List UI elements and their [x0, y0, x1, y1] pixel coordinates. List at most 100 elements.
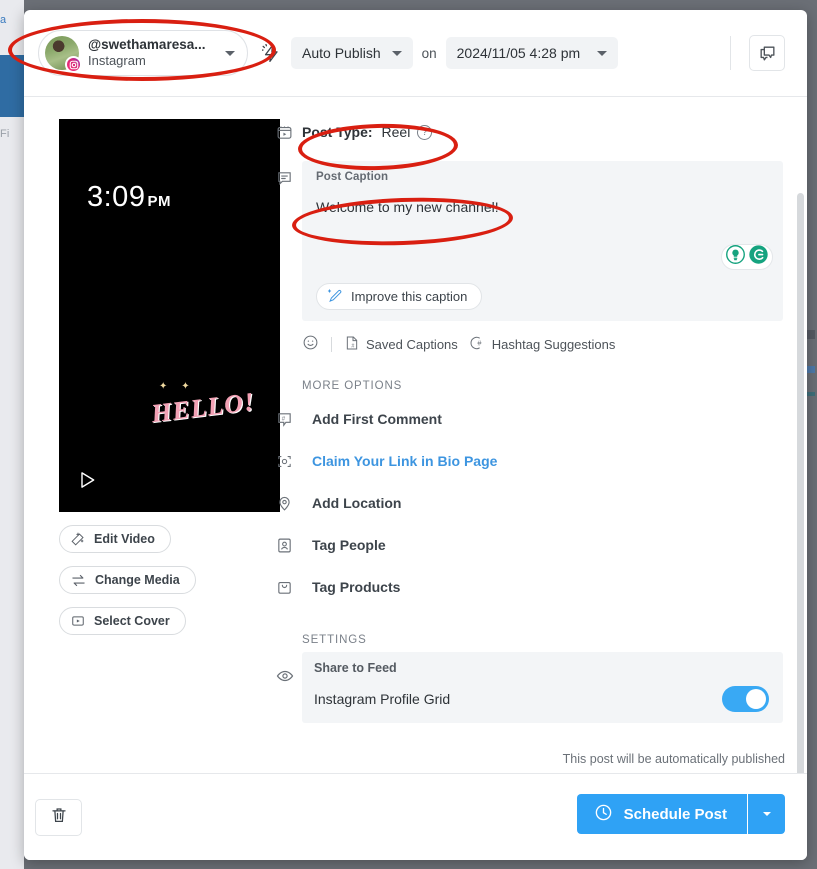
background-sidebar-label-top: a [0, 14, 7, 26]
composer-body: 3:09 PM ✦ ✦ HELLO! Edit Video Change Med… [24, 97, 807, 851]
tag-people-icon [276, 536, 302, 554]
saved-captions-icon: # [344, 335, 360, 354]
option-label: Tag People [312, 537, 386, 553]
chevron-down-icon [762, 812, 771, 816]
avatar [45, 36, 82, 73]
eye-icon [276, 666, 302, 685]
schedule-datetime-select[interactable]: 2024/11/05 4:28 pm [445, 37, 618, 69]
option-label: Tag Products [312, 579, 401, 595]
cover-frame-icon [71, 614, 85, 628]
hashtag-suggestions-label: Hashtag Suggestions [491, 336, 616, 352]
auto-publish-bolt-icon [262, 43, 281, 63]
composer-header: @swethamaresa... Instagram Auto Publish … [24, 10, 807, 97]
instagram-profile-grid-row: Instagram Profile Grid [314, 686, 769, 712]
caption-tools: # Saved Captions # Hashtag Suggestions [302, 334, 783, 354]
schedule-post-group: Schedule Post [576, 794, 785, 834]
trash-icon [50, 806, 68, 829]
svg-text:#: # [282, 416, 286, 422]
option-add-location[interactable]: Add Location [276, 482, 783, 524]
saved-captions-label: Saved Captions [366, 336, 458, 352]
option-add-first-comment[interactable]: # Add First Comment [276, 398, 783, 440]
chevron-down-icon [596, 50, 607, 56]
post-type-row[interactable]: Post Type: Reel ? [276, 119, 783, 145]
post-type-icon [276, 123, 302, 141]
post-composer-modal: @swethamaresa... Instagram Auto Publish … [24, 10, 807, 860]
publish-mode-value: Auto Publish [302, 45, 381, 61]
change-media-button[interactable]: Change Media [59, 566, 196, 594]
svg-text:#: # [477, 338, 482, 347]
composer-scrollbar[interactable] [797, 193, 804, 860]
emoji-smiley-icon[interactable] [302, 334, 319, 354]
option-label: Add First Comment [312, 411, 442, 427]
tools-divider [331, 336, 332, 352]
schedule-post-button[interactable]: Schedule Post [576, 794, 747, 834]
play-icon[interactable] [77, 469, 97, 496]
instagram-icon [65, 56, 82, 73]
lightbulb-icon[interactable] [725, 244, 746, 270]
background-sidebar-active-item[interactable] [0, 55, 24, 117]
caption-label: Post Caption [316, 171, 389, 183]
sparkle-pen-icon [327, 288, 342, 306]
composer-footer: This post will be automatically publishe… [24, 752, 807, 860]
caption-row: Post Caption Welcome to my new channel! [276, 161, 783, 321]
share-to-feed-label: Share to Feed [314, 661, 397, 675]
schedule-options-button[interactable] [747, 794, 785, 834]
chevron-down-icon[interactable] [225, 50, 235, 56]
video-preview[interactable]: 3:09 PM ✦ ✦ HELLO! [59, 119, 280, 512]
option-tag-products[interactable]: Tag Products [276, 566, 783, 608]
preview-clock: 3:09 PM [87, 181, 171, 214]
select-cover-label: Select Cover [94, 614, 170, 628]
delete-post-button[interactable] [35, 799, 82, 836]
share-to-feed-panel: Share to Feed Instagram Profile Grid [302, 652, 783, 723]
clock-icon [594, 803, 613, 826]
improve-caption-label: Improve this caption [351, 289, 468, 304]
preview-clock-ampm: PM [147, 193, 171, 210]
scrollbar-thumb[interactable] [797, 193, 804, 851]
hashtag-suggestions-button[interactable]: # Hashtag Suggestions [470, 335, 616, 354]
svg-text:#: # [351, 343, 354, 349]
instagram-profile-grid-label: Instagram Profile Grid [314, 691, 451, 707]
caption-editor[interactable]: Post Caption Welcome to my new channel! [302, 161, 783, 321]
chevron-down-icon [391, 50, 402, 56]
option-label: Add Location [312, 495, 402, 511]
comment-icon-button[interactable] [749, 35, 785, 71]
help-icon[interactable]: ? [417, 124, 433, 140]
composer-form-column: Post Type: Reel ? Post Caption Welcome t… [276, 119, 807, 773]
select-cover-button[interactable]: Select Cover [59, 607, 186, 635]
location-pin-icon [276, 494, 302, 512]
grammarly-widget[interactable] [721, 244, 773, 270]
background-sidebar-label-mid: Fi [0, 128, 10, 140]
option-tag-people[interactable]: Tag People [276, 524, 783, 566]
link-in-bio-icon [276, 452, 302, 470]
on-label: on [421, 45, 437, 61]
saved-captions-button[interactable]: # Saved Captions [344, 335, 458, 354]
option-claim-link-in-bio[interactable]: Claim Your Link in Bio Page [276, 440, 783, 482]
magic-wand-icon [71, 532, 85, 546]
hashtag-suggestions-icon: # [470, 335, 486, 354]
instagram-profile-grid-toggle[interactable] [722, 686, 769, 712]
preview-clock-time: 3:09 [87, 181, 146, 213]
preview-sticker-text: HELLO! [149, 386, 257, 429]
settings-heading: SETTINGS [302, 634, 367, 646]
post-type-value: Reel [381, 124, 411, 140]
edit-video-button[interactable]: Edit Video [59, 525, 171, 553]
grammarly-g-icon[interactable] [748, 244, 769, 270]
sparkle-decoration-icon: ✦ ✦ [159, 381, 190, 392]
account-network: Instagram [88, 53, 146, 69]
post-type-label: Post Type: [302, 124, 373, 140]
tag-products-icon [276, 578, 302, 596]
schedule-post-label: Schedule Post [623, 805, 727, 823]
caption-input[interactable]: Welcome to my new channel! [316, 199, 769, 215]
improve-caption-button[interactable]: Improve this caption [316, 283, 483, 310]
media-preview-column: 3:09 PM ✦ ✦ HELLO! Edit Video Change Med… [24, 119, 280, 773]
account-handle: @swethamaresa... [88, 36, 206, 52]
publish-mode-select[interactable]: Auto Publish [291, 37, 413, 69]
edit-video-label: Edit Video [94, 532, 155, 546]
header-divider [730, 36, 731, 70]
account-selector[interactable]: @swethamaresa... Instagram [38, 30, 248, 76]
account-text: @swethamaresa... Instagram [88, 37, 205, 69]
auto-publish-note: This post will be automatically publishe… [562, 752, 785, 766]
first-comment-icon: # [276, 410, 302, 428]
swap-arrows-icon [71, 573, 86, 588]
more-options-heading: MORE OPTIONS [302, 380, 403, 392]
